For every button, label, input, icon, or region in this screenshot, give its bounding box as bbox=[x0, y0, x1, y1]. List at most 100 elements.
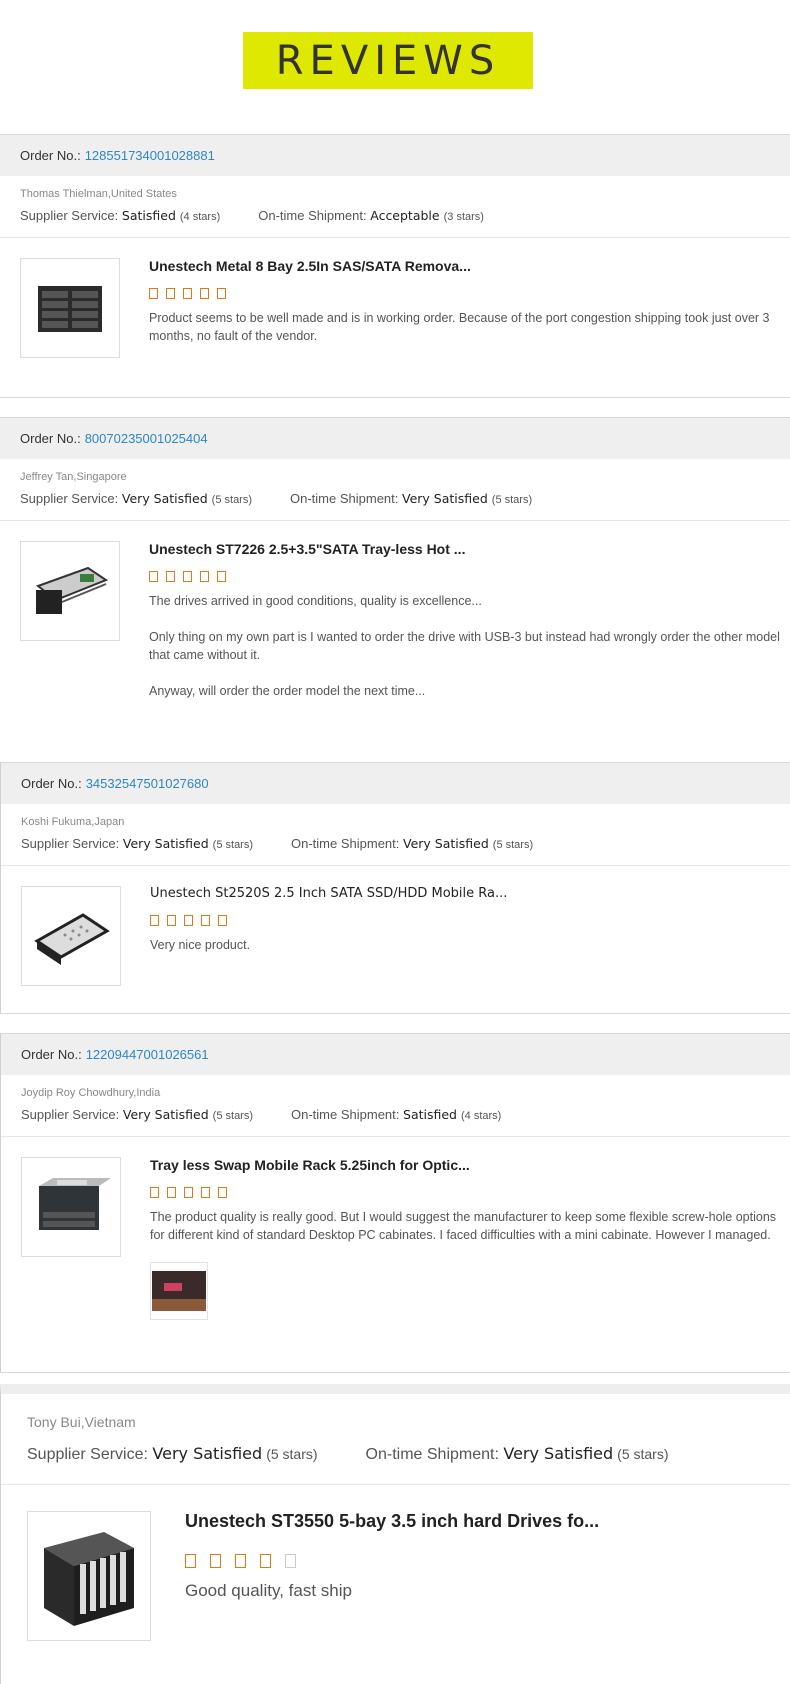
product-title-link[interactable]: Unestech St2520S 2.5 Inch SATA SSD/HDD M… bbox=[150, 886, 790, 901]
review-text: The product quality is really good. But … bbox=[150, 1210, 777, 1242]
buyer-name: Tony Bui,Vietnam bbox=[27, 1414, 136, 1430]
service-ratings: Supplier Service: Very Satisfied (5 stars… bbox=[21, 1107, 781, 1122]
review-text: The drives arrived in good conditions, q… bbox=[149, 594, 780, 698]
supplier-service-label: Supplier Service: bbox=[27, 1446, 148, 1463]
review-text: Very nice product. bbox=[150, 938, 251, 952]
star-rating bbox=[149, 288, 789, 299]
supplier-service-value: Satisfied bbox=[121, 208, 176, 223]
order-number-link[interactable]: 12209447001026561 bbox=[86, 1047, 209, 1062]
order-number-link[interactable]: 80070235001025404 bbox=[85, 431, 208, 446]
star-filled-icon bbox=[217, 288, 226, 299]
review-photo-attachment[interactable] bbox=[150, 1262, 208, 1320]
star-filled-icon bbox=[166, 288, 175, 299]
star-filled-icon bbox=[167, 915, 176, 926]
star-filled-icon bbox=[235, 1554, 246, 1568]
shipment-label: On-time Shipment: bbox=[291, 1107, 400, 1122]
star-empty-icon bbox=[285, 1554, 296, 1568]
shipment-label: On-time Shipment: bbox=[258, 208, 367, 223]
star-filled-icon bbox=[149, 571, 158, 582]
star-filled-icon bbox=[149, 288, 158, 299]
page-title: REVIEWS bbox=[275, 37, 501, 84]
shipment-value: Very Satisfied bbox=[503, 1444, 614, 1463]
supplier-service-label: Supplier Service: bbox=[20, 208, 119, 223]
shipment-label: On-time Shipment: bbox=[365, 1446, 499, 1463]
star-rating bbox=[150, 915, 790, 926]
star-filled-icon bbox=[217, 571, 226, 582]
star-filled-icon bbox=[201, 1187, 210, 1198]
supplier-service-stars: (5 stars) bbox=[211, 494, 253, 506]
order-label: Order No.: bbox=[21, 1047, 82, 1062]
order-label: Order No.: bbox=[20, 148, 81, 163]
order-bar: Order No.: 34532547501027680 bbox=[1, 763, 790, 804]
star-filled-icon bbox=[200, 571, 209, 582]
buyer-name: Joydip Roy Chowdhury,India bbox=[21, 1087, 161, 1099]
shipment-stars: (5 stars) bbox=[491, 494, 533, 506]
service-ratings: Supplier Service: Very Satisfied (5 stars… bbox=[21, 836, 781, 851]
shipment-stars: (5 stars) bbox=[617, 1446, 669, 1462]
shipment-label: On-time Shipment: bbox=[291, 836, 400, 851]
supplier-service-value: Very Satisfied bbox=[122, 836, 209, 851]
star-filled-icon bbox=[184, 1187, 193, 1198]
shipment-stars: (4 stars) bbox=[461, 1110, 502, 1122]
order-number-link[interactable]: 34532547501027680 bbox=[86, 776, 209, 791]
product-title-link[interactable]: Tray less Swap Mobile Rack 5.25inch for … bbox=[150, 1157, 790, 1173]
buyer-name: Koshi Fukuma,Japan bbox=[21, 816, 125, 828]
star-filled-icon bbox=[218, 1187, 227, 1198]
supplier-service-stars: (5 stars) bbox=[212, 839, 254, 851]
shipment-label: On-time Shipment: bbox=[290, 491, 399, 506]
order-bar: Order No.: 128551734001028881 bbox=[0, 135, 790, 176]
review-card: Tony Bui,Vietnam Supplier Service: Very … bbox=[0, 1384, 790, 1684]
order-label: Order No.: bbox=[21, 776, 82, 791]
product-thumbnail[interactable] bbox=[27, 1511, 151, 1641]
supplier-service-stars: (5 stars) bbox=[212, 1110, 254, 1122]
supplier-service-label: Supplier Service: bbox=[21, 1107, 120, 1122]
shipment-value: Very Satisfied bbox=[403, 836, 489, 851]
shipment-value: Satisfied bbox=[403, 1107, 457, 1122]
review-text: Product seems to be well made and is in … bbox=[149, 311, 770, 343]
supplier-service-label: Supplier Service: bbox=[21, 836, 120, 851]
star-filled-icon bbox=[150, 915, 159, 926]
star-filled-icon bbox=[260, 1554, 271, 1568]
reviews-banner: REVIEWS bbox=[243, 32, 533, 89]
supplier-service-value: Very Satisfied bbox=[122, 1107, 209, 1122]
star-filled-icon bbox=[150, 1187, 159, 1198]
review-text: Good quality, fast ship bbox=[185, 1581, 352, 1600]
shipment-value: Very Satisfied bbox=[402, 491, 488, 506]
product-title-link[interactable]: Unestech ST3550 5-bay 3.5 inch hard Driv… bbox=[185, 1511, 790, 1532]
product-thumbnail[interactable] bbox=[21, 1157, 121, 1257]
buyer-name: Jeffrey Tan,Singapore bbox=[20, 471, 127, 483]
review-card: Order No.: 12209447001026561 Joydip Roy … bbox=[0, 1033, 790, 1373]
shipment-stars: (5 stars) bbox=[492, 839, 534, 851]
star-filled-icon bbox=[167, 1187, 176, 1198]
star-filled-icon bbox=[185, 1554, 196, 1568]
star-rating bbox=[150, 1187, 790, 1198]
star-filled-icon bbox=[218, 915, 227, 926]
buyer-name: Thomas Thielman,United States bbox=[20, 188, 177, 200]
star-rating bbox=[149, 571, 789, 582]
product-thumbnail[interactable] bbox=[20, 541, 120, 641]
review-card: Order No.: 128551734001028881 Thomas Thi… bbox=[0, 134, 790, 398]
star-filled-icon bbox=[184, 915, 193, 926]
product-thumbnail[interactable] bbox=[21, 886, 121, 986]
shipment-stars: (3 stars) bbox=[443, 211, 484, 223]
star-filled-icon bbox=[200, 288, 209, 299]
shipment-value: Acceptable bbox=[370, 208, 440, 223]
order-bar: Order No.: 80070235001025404 bbox=[0, 418, 790, 459]
supplier-service-stars: (4 stars) bbox=[179, 211, 221, 223]
service-ratings: Supplier Service: Very Satisfied (5 stars… bbox=[27, 1444, 775, 1464]
service-ratings: Supplier Service: Satisfied (4 stars) On-… bbox=[20, 208, 780, 223]
star-rating bbox=[185, 1554, 790, 1568]
star-filled-icon bbox=[183, 288, 192, 299]
star-filled-icon bbox=[183, 571, 192, 582]
supplier-service-value: Very Satisfied bbox=[152, 1444, 263, 1463]
review-card: Order No.: 80070235001025404 Jeffrey Tan… bbox=[0, 417, 790, 764]
supplier-service-stars: (5 stars) bbox=[266, 1446, 318, 1462]
order-label: Order No.: bbox=[20, 431, 81, 446]
review-card: Order No.: 34532547501027680 Koshi Fukum… bbox=[0, 762, 790, 1014]
service-ratings: Supplier Service: Very Satisfied (5 stars… bbox=[20, 491, 780, 506]
product-title-link[interactable]: Unestech Metal 8 Bay 2.5In SAS/SATA Remo… bbox=[149, 258, 789, 274]
product-thumbnail[interactable] bbox=[20, 258, 120, 358]
star-filled-icon bbox=[201, 915, 210, 926]
product-title-link[interactable]: Unestech ST7226 2.5+3.5"SATA Tray-less H… bbox=[149, 541, 789, 557]
order-number-link[interactable]: 128551734001028881 bbox=[85, 148, 215, 163]
